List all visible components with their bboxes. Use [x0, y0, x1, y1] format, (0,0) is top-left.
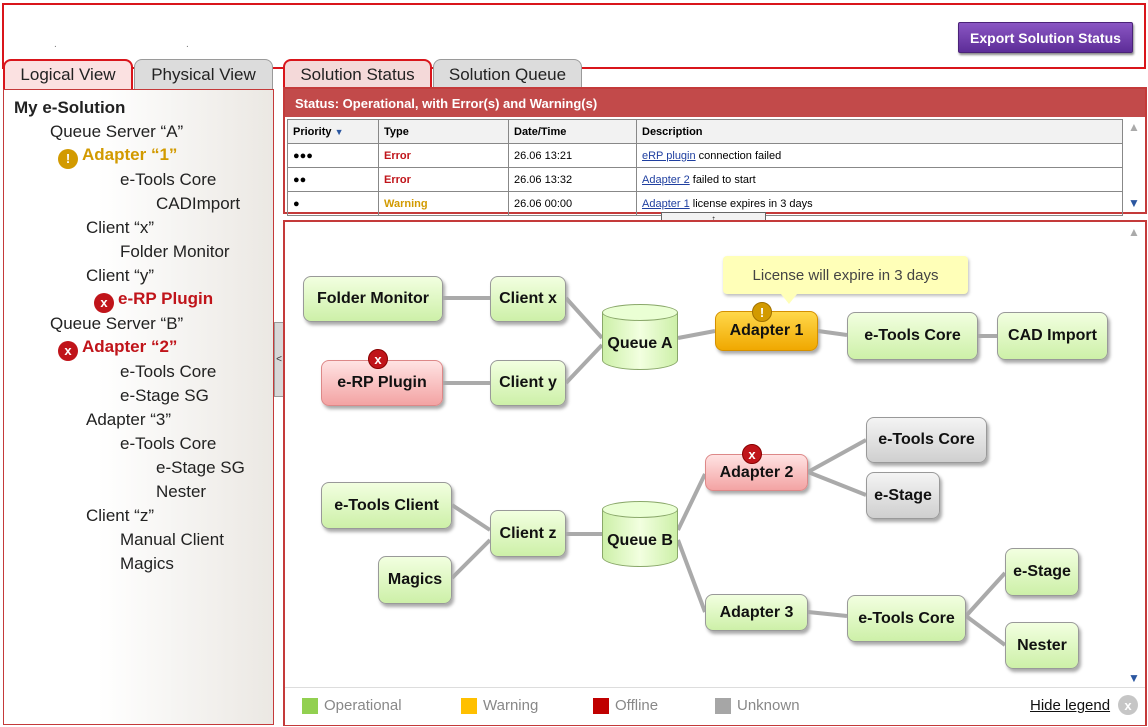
legend-swatch	[461, 697, 477, 714]
legend-label: Unknown	[737, 697, 800, 714]
node-etools-client[interactable]: e-Tools Client	[321, 482, 452, 529]
node-folder-monitor[interactable]: Folder Monitor	[303, 276, 443, 322]
legend-swatch	[302, 697, 318, 714]
cylinder-top	[602, 501, 678, 518]
node-etools-core[interactable]: e-Tools Core	[847, 595, 966, 642]
legend-item-operational: Operational	[302, 697, 402, 714]
queue-label: Queue B	[607, 532, 673, 549]
legend-item-offline: Offline	[593, 697, 658, 714]
hide-legend-link[interactable]: Hide legend	[1030, 697, 1110, 714]
warning-icon: !	[752, 302, 772, 322]
error-icon: x	[742, 444, 762, 464]
cylinder-top	[602, 304, 678, 321]
node-cad-import[interactable]: CAD Import	[997, 312, 1108, 360]
node-queue-b[interactable]: Queue B	[602, 501, 678, 573]
node-client-y[interactable]: Client y	[490, 360, 566, 406]
node-queue-a[interactable]: Queue A	[602, 304, 678, 376]
node-etools-core[interactable]: e-Tools Core	[866, 417, 987, 463]
legend-label: Operational	[324, 697, 402, 714]
legend-label: Offline	[615, 697, 659, 714]
connection-lines	[443, 296, 1007, 647]
node-estage[interactable]: e-Stage	[866, 472, 940, 519]
legend-item-warning: Warning	[461, 697, 538, 714]
node-estage[interactable]: e-Stage	[1005, 548, 1079, 596]
queue-label: Queue A	[607, 335, 673, 352]
license-tooltip: License will expire in 3 days	[723, 256, 968, 304]
node-adapter-3[interactable]: Adapter 3	[705, 594, 808, 631]
close-icon[interactable]: x	[1118, 695, 1138, 715]
node-magics[interactable]: Magics	[378, 556, 452, 604]
node-client-z[interactable]: Client z	[490, 510, 566, 557]
legend-swatch	[593, 697, 609, 714]
node-client-x[interactable]: Client x	[490, 276, 566, 322]
error-icon: x	[368, 349, 388, 369]
legend-label: Warning	[483, 697, 539, 714]
legend-swatch	[715, 697, 731, 714]
legend-item-unknown: Unknown	[715, 697, 800, 714]
node-etools-core[interactable]: e-Tools Core	[847, 312, 978, 360]
node-nester[interactable]: Nester	[1005, 622, 1079, 669]
